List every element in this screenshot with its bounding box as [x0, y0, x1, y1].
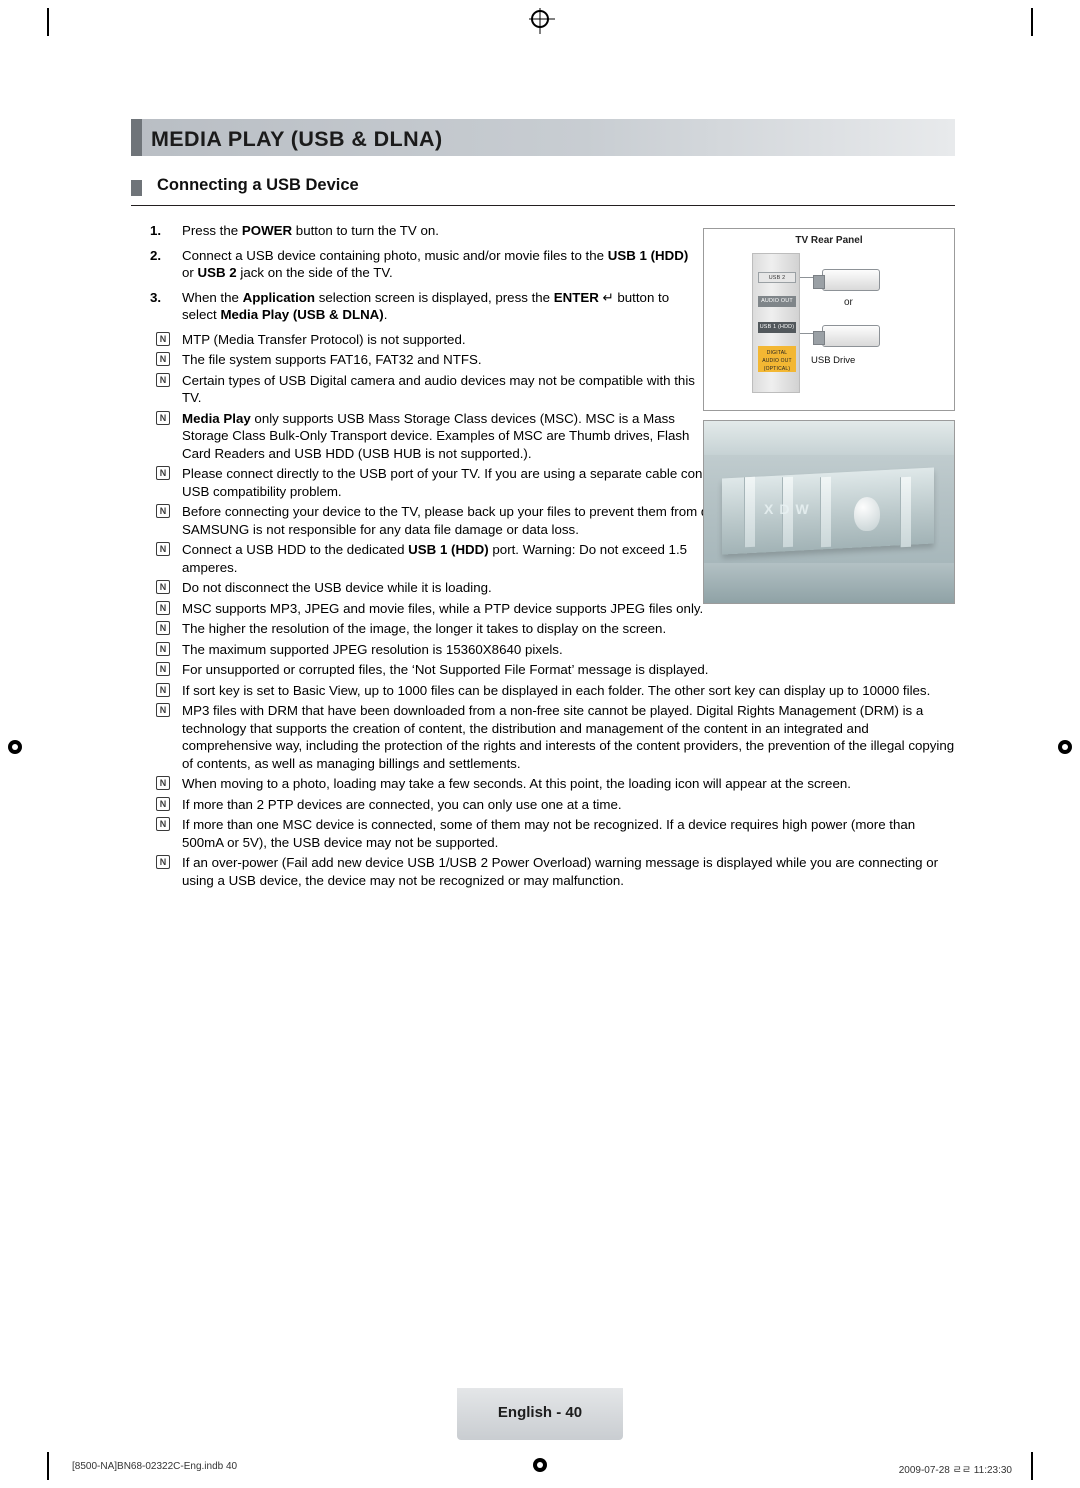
figure-tv-rear-panel: TV Rear Panel USB 2 AUDIO OUT USB 1 (HDD… — [703, 228, 955, 411]
note-text: Certain types of USB Digital camera and … — [182, 372, 695, 406]
step-number: 2. — [150, 247, 162, 263]
step-item: 3. When the Application selection screen … — [150, 289, 695, 324]
step-item: 2. Connect a USB device containing photo,… — [150, 247, 695, 282]
note-bullet-icon: N — [156, 580, 170, 594]
note-item: N The file system supports FAT16, FAT32 a… — [150, 351, 695, 369]
note-bullet-icon: N — [156, 703, 170, 717]
step-number: 1. — [150, 223, 162, 238]
section-heading: Connecting a USB Device — [131, 176, 955, 206]
figure-tv-stand-photo: XDW — [703, 420, 955, 604]
note-item: N Do not disconnect the USB device while … — [150, 579, 695, 597]
note-bullet-icon: N — [156, 600, 170, 615]
note-text: If sort key is set to Basic View, up to … — [182, 682, 931, 698]
photo-rib-3 — [820, 476, 831, 548]
note-text: Media Play only supports USB Mass Storag… — [182, 410, 690, 461]
note-text: If more than one MSC device is connected… — [182, 817, 916, 850]
note-bullet-icon: N — [156, 641, 170, 656]
rear-panel-body: USB 2 AUDIO OUT USB 1 (HDD) DIGITAL AUDI… — [752, 253, 800, 393]
note-bullet-icon: N — [156, 682, 170, 697]
note-text: Do not disconnect the USB device while i… — [182, 580, 492, 595]
page-title: MEDIA PLAY (USB & DLNA) — [151, 127, 443, 151]
registration-mark-top — [531, 10, 549, 28]
step-text: Press the POWER button to turn the TV on… — [182, 223, 439, 238]
note-bullet-icon: N — [156, 466, 170, 480]
manual-page: MEDIA PLAY (USB & DLNA) Connecting a USB… — [0, 0, 1080, 1488]
note-text: If an over-power (Fail add new device US… — [182, 855, 939, 888]
note-item: N If more than one MSC device is connecte… — [150, 816, 960, 851]
note-item: N Connect a USB HDD to the dedicated USB … — [150, 541, 695, 576]
footer-date-stamp: 2009-07-28 ㄹㄹ 11:23:30 — [898, 1465, 1012, 1476]
usb-drive-top — [813, 269, 880, 291]
note-bullet-icon: N — [156, 855, 170, 869]
port-digital-audio-out: DIGITAL AUDIO OUT (OPTICAL) — [758, 346, 796, 372]
note-text: If more than 2 PTP devices are connected… — [182, 796, 622, 812]
photo-knob — [854, 497, 880, 531]
usb-drive-label: USB Drive — [811, 355, 856, 366]
crop-mark-bottom-right — [1031, 1452, 1033, 1480]
section-bullet — [131, 180, 142, 196]
section-title: Connecting a USB Device — [157, 176, 359, 194]
note-bullet-icon: N — [156, 662, 170, 676]
note-text: For unsupported or corrupted files, the … — [182, 662, 709, 677]
crop-mark-top-left — [47, 8, 49, 36]
footer-file-reference: [8500-NA]BN68-02322C-Eng.indb 40 — [72, 1461, 238, 1472]
usb-drive-bottom — [813, 325, 880, 347]
note-item: N When moving to a photo, loading may tak… — [150, 775, 960, 793]
note-text: The file system supports FAT16, FAT32 an… — [182, 352, 482, 367]
chapter-title-bar: MEDIA PLAY (USB & DLNA) — [131, 119, 955, 156]
note-item: N The higher the resolution of the image,… — [150, 620, 850, 638]
note-bullet-icon: N — [156, 796, 170, 811]
step-text: When the Application selection screen is… — [182, 289, 670, 323]
note-bullet-icon: N — [156, 410, 170, 425]
note-bullet-icon: N — [156, 776, 170, 790]
note-bullet-icon: N — [156, 542, 170, 556]
note-text: Connect a USB HDD to the dedicated USB 1… — [182, 542, 688, 575]
registration-mark-right — [1058, 740, 1072, 754]
port-audio-out: AUDIO OUT — [758, 296, 796, 307]
note-text: MSC supports MP3, JPEG and movie files, … — [182, 600, 704, 616]
note-bullet-icon: N — [156, 372, 170, 387]
note-text: MP3 files with DRM that have been downlo… — [182, 703, 955, 771]
page-number-label: English - 40 — [497, 1404, 583, 1421]
note-list: N MTP (Media Transfer Protocol) is not su… — [150, 331, 960, 890]
note-text: MTP (Media Transfer Protocol) is not sup… — [182, 331, 466, 347]
port-usb2: USB 2 — [758, 272, 796, 283]
note-item: N The maximum supported JPEG resolution i… — [150, 641, 850, 659]
photo-rib-4 — [900, 476, 911, 548]
step-number: 3. — [150, 289, 162, 305]
crop-mark-bottom-left — [47, 1452, 49, 1480]
note-item: N If more than 2 PTP devices are connecte… — [150, 796, 960, 814]
port-usb1-hdd: USB 1 (HDD) — [758, 322, 796, 333]
note-item: N If an over-power (Fail add new device U… — [150, 854, 960, 889]
note-bullet-icon: N — [156, 331, 170, 346]
note-bullet-icon: N — [156, 817, 170, 831]
note-text: When moving to a photo, loading may take… — [182, 776, 851, 791]
or-label: or — [844, 297, 853, 308]
chapter-accent — [131, 119, 142, 156]
note-bullet-icon: N — [156, 621, 170, 635]
photo-rib-1 — [744, 476, 755, 548]
step-text: Connect a USB device containing photo, m… — [182, 247, 689, 281]
note-bullet-icon: N — [156, 352, 170, 366]
photo-band-bottom — [704, 563, 954, 603]
note-item: N MTP (Media Transfer Protocol) is not su… — [150, 331, 695, 349]
photo-band-top — [704, 421, 954, 455]
note-item: N MP3 files with DRM that have been downl… — [150, 702, 960, 772]
photo-watermark: XDW — [764, 501, 815, 517]
note-item: N Media Play only supports USB Mass Stora… — [150, 410, 695, 463]
page-number-tab: English - 40 — [457, 1388, 623, 1440]
note-bullet-icon: N — [156, 504, 170, 518]
crop-mark-top-right — [1031, 8, 1033, 36]
registration-mark-left — [8, 740, 22, 754]
note-item: N If sort key is set to Basic View, up to… — [150, 682, 960, 700]
figure-caption: TV Rear Panel — [795, 235, 863, 246]
note-text: The higher the resolution of the image, … — [182, 621, 667, 636]
note-item: N For unsupported or corrupted files, the… — [150, 661, 850, 679]
note-text: The maximum supported JPEG resolution is… — [182, 641, 563, 657]
note-item: N Certain types of USB Digital camera and… — [150, 372, 695, 407]
registration-mark-bottom — [533, 1458, 547, 1472]
